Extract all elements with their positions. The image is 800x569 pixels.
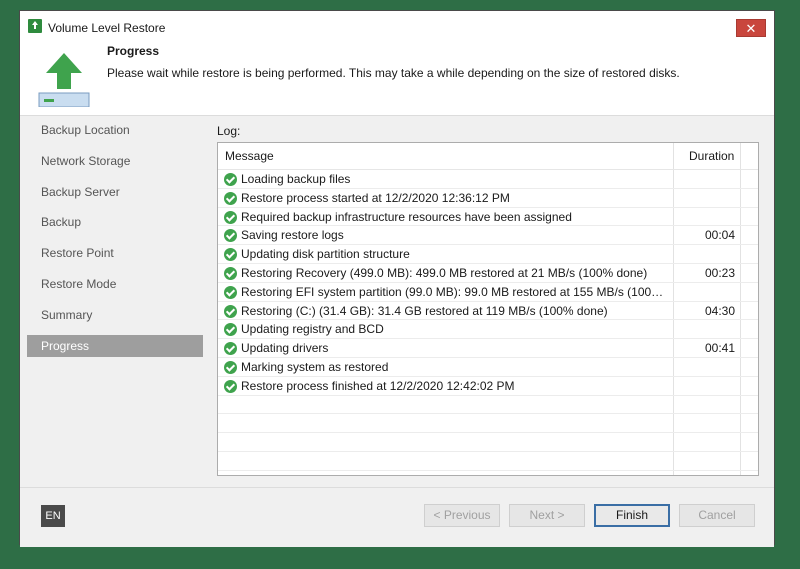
- step-progress[interactable]: Progress: [27, 334, 203, 357]
- log-duration: 04:30: [704, 303, 735, 318]
- step-network-storage[interactable]: Network Storage: [27, 150, 203, 172]
- log-row[interactable]: Restore process finished at 12/2/2020 12…: [218, 377, 758, 396]
- log-message: Restore process started at 12/2/2020 12:…: [241, 190, 510, 205]
- app-icon: [28, 19, 42, 33]
- language-indicator[interactable]: EN: [41, 505, 65, 527]
- success-check-icon: [224, 248, 237, 262]
- wizard-header: Progress Please wait while restore is be…: [20, 43, 774, 116]
- log-duration: 00:23: [704, 265, 735, 280]
- log-row[interactable]: Updating disk partition structure: [218, 245, 758, 264]
- step-summary[interactable]: Summary: [27, 304, 203, 326]
- cancel-button[interactable]: Cancel: [679, 504, 755, 527]
- success-check-icon: [224, 379, 237, 393]
- log-message: Updating registry and BCD: [241, 322, 384, 337]
- log-row[interactable]: Restoring Recovery (499.0 MB): 499.0 MB …: [218, 264, 758, 283]
- step-restore-point[interactable]: Restore Point: [27, 242, 203, 264]
- log-message: Updating disk partition structure: [241, 247, 410, 262]
- success-check-icon: [224, 360, 237, 374]
- previous-button[interactable]: < Previous: [424, 504, 500, 527]
- log-duration: 00:41: [704, 341, 735, 356]
- log-message: Updating drivers: [241, 341, 329, 356]
- finish-button[interactable]: Finish: [594, 504, 670, 527]
- success-check-icon: [224, 266, 237, 280]
- empty-log-row: [218, 414, 758, 434]
- restore-wizard-window: Volume Level Restore ✕ Progress Please w…: [19, 10, 775, 547]
- success-check-icon: [224, 304, 237, 318]
- log-message: Restoring (C:) (31.4 GB): 31.4 GB restor…: [241, 303, 608, 318]
- window-title: Volume Level Restore: [48, 21, 166, 35]
- log-message: Marking system as restored: [241, 359, 389, 374]
- empty-log-row: [218, 452, 758, 471]
- log-row[interactable]: Required backup infrastructure resources…: [218, 208, 758, 227]
- step-backup-location[interactable]: Backup Location: [27, 119, 203, 141]
- step-description: Please wait while restore is being perfo…: [107, 66, 680, 80]
- column-header-message[interactable]: Message: [225, 143, 274, 169]
- log-message: Restoring Recovery (499.0 MB): 499.0 MB …: [241, 265, 648, 280]
- title-bar[interactable]: Volume Level Restore ✕: [20, 11, 774, 43]
- success-check-icon: [224, 191, 237, 205]
- next-button[interactable]: Next >: [509, 504, 585, 527]
- success-check-icon: [224, 210, 237, 224]
- log-message: Required backup infrastructure resources…: [241, 209, 572, 224]
- close-button[interactable]: ✕: [736, 19, 766, 37]
- success-check-icon: [224, 342, 237, 356]
- log-row[interactable]: Loading backup files: [218, 170, 758, 189]
- log-label: Log:: [217, 124, 241, 138]
- success-check-icon: [224, 229, 237, 243]
- step-backup-server[interactable]: Backup Server: [27, 181, 203, 203]
- log-header-row: Message Duration: [218, 143, 758, 170]
- success-check-icon: [224, 285, 237, 299]
- wizard-footer: EN < Previous Next > Finish Cancel: [20, 487, 774, 547]
- success-check-icon: [224, 173, 237, 186]
- log-table[interactable]: Message Duration Loading backup files Re…: [217, 142, 759, 476]
- step-backup[interactable]: Backup: [27, 211, 203, 233]
- log-message: Saving restore logs: [241, 228, 344, 243]
- log-row[interactable]: Marking system as restored: [218, 358, 758, 377]
- wizard-steps: Backup Location Network Storage Backup S…: [27, 119, 203, 365]
- empty-log-row: [218, 433, 758, 452]
- log-row[interactable]: Saving restore logs 00:04: [218, 226, 758, 246]
- step-title: Progress: [107, 44, 160, 58]
- restore-up-arrow-icon: [38, 53, 90, 107]
- log-row[interactable]: Restoring EFI system partition (99.0 MB)…: [218, 283, 758, 302]
- success-check-icon: [224, 323, 237, 337]
- log-rows: Loading backup files Restore process sta…: [218, 170, 758, 471]
- log-message: Restoring EFI system partition (99.0 MB)…: [241, 284, 669, 299]
- column-header-duration[interactable]: Duration: [689, 143, 734, 169]
- step-restore-mode[interactable]: Restore Mode: [27, 273, 203, 295]
- empty-log-row: [218, 396, 758, 415]
- log-row[interactable]: Restore process started at 12/2/2020 12:…: [218, 189, 758, 208]
- log-row[interactable]: Updating registry and BCD: [218, 320, 758, 340]
- log-row[interactable]: Restoring (C:) (31.4 GB): 31.4 GB restor…: [218, 302, 758, 321]
- log-message: Loading backup files: [241, 172, 351, 186]
- log-row[interactable]: Updating drivers 00:41: [218, 339, 758, 358]
- log-duration: 00:04: [704, 228, 735, 243]
- log-message: Restore process finished at 12/2/2020 12…: [241, 378, 515, 393]
